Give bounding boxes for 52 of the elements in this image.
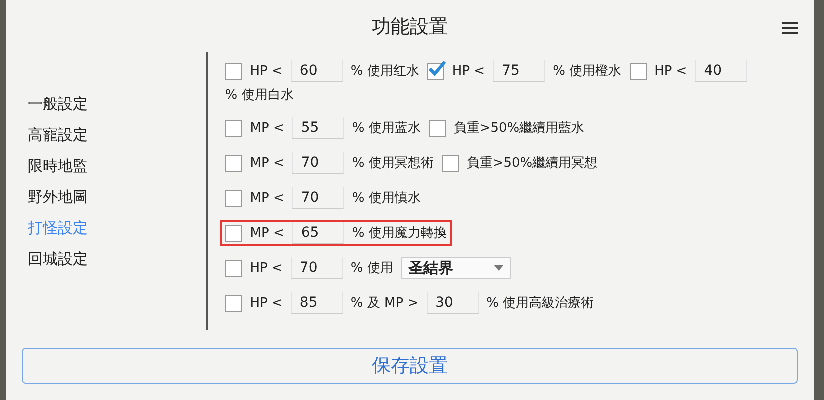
label: % 使用红水: [350, 63, 420, 80]
label: 負重>50%繼續用藍水: [454, 120, 585, 137]
label: MP <: [250, 156, 284, 170]
label: 負重>50%繼續用冥想: [466, 155, 598, 172]
checkbox[interactable]: [428, 120, 446, 136]
number-field[interactable]: 85: [290, 292, 343, 314]
checkbox[interactable]: [630, 62, 647, 80]
number-field[interactable]: 70: [290, 257, 343, 279]
number-field[interactable]: 30: [426, 292, 479, 314]
checkbox[interactable]: [225, 62, 242, 80]
skill-dropdown[interactable]: 圣結界: [401, 257, 512, 279]
number-field[interactable]: 75: [493, 60, 546, 82]
label: % 使用: [350, 260, 394, 277]
label: HP <: [452, 64, 486, 78]
checkbox[interactable]: [225, 154, 242, 172]
label: HP <: [250, 64, 283, 78]
sidebar-item[interactable]: 野外地圖: [22, 188, 88, 207]
label: HP <: [250, 296, 283, 310]
checkbox[interactable]: [427, 62, 444, 80]
number-field[interactable]: 70: [292, 187, 344, 209]
number-field[interactable]: 65: [292, 222, 344, 244]
sidebar-item[interactable]: 高寵設定: [22, 126, 88, 145]
label: % 使用蓝水: [352, 120, 421, 137]
number-field[interactable]: 40: [695, 60, 748, 82]
sidebar-item[interactable]: 限時地監: [22, 157, 88, 176]
number-field[interactable]: 70: [292, 152, 344, 174]
checkbox[interactable]: [225, 224, 242, 242]
dialog-title: 功能設置: [372, 15, 448, 40]
label: % 使用慎水: [352, 190, 421, 207]
number-field[interactable]: 55: [292, 117, 344, 139]
checkbox[interactable]: [225, 120, 242, 136]
label: % 及 MP >: [350, 295, 419, 312]
caret-icon: [494, 265, 504, 271]
label: MP <: [250, 190, 284, 206]
label: HP <: [250, 260, 283, 276]
sidebar-item[interactable]: 回城設定: [22, 250, 88, 269]
label: % 使用魔力轉換: [352, 225, 447, 242]
checkbox[interactable]: [225, 260, 242, 276]
checkbox[interactable]: [442, 154, 459, 172]
checkbox[interactable]: [225, 294, 242, 312]
label: % 使用白水: [225, 87, 294, 104]
label: HP <: [654, 64, 688, 78]
save-button[interactable]: 保存設置: [22, 348, 798, 384]
number-field[interactable]: 60: [290, 60, 343, 82]
label: MP <: [250, 226, 284, 240]
checkbox[interactable]: [225, 190, 242, 206]
label: % 使用冥想術: [352, 155, 434, 172]
label: % 使用橙水: [553, 63, 622, 80]
sidebar-item[interactable]: 一般設定: [22, 95, 88, 114]
menu-icon[interactable]: [782, 21, 798, 35]
label: MP <: [250, 120, 284, 136]
label: % 使用高級治療術: [486, 295, 594, 312]
